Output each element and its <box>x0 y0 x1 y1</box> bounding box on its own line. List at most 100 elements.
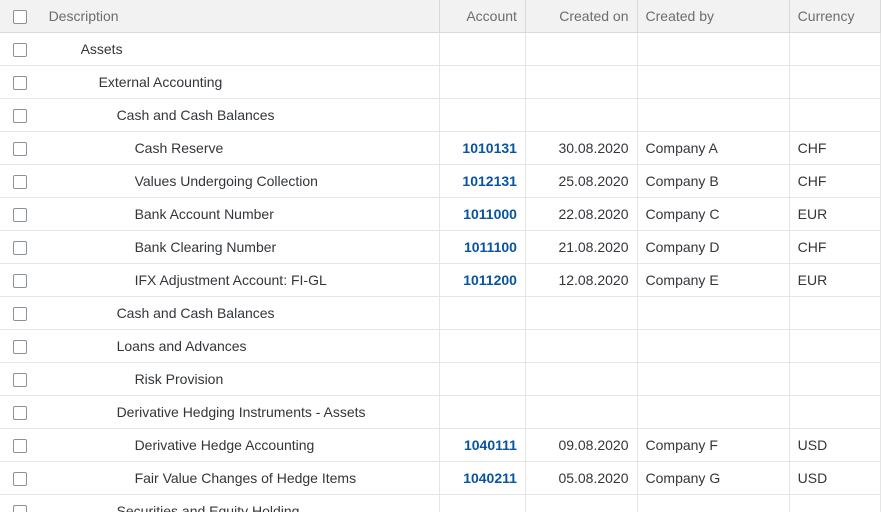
table-row: External Accounting <box>0 66 881 99</box>
row-checkbox[interactable] <box>13 109 27 123</box>
currency-cell: CHF <box>789 132 880 165</box>
row-checkbox[interactable] <box>13 373 27 387</box>
chevron-down-icon[interactable] <box>77 74 93 90</box>
currency-cell <box>789 330 880 363</box>
scroll-area[interactable]: Description Account Created on Created b… <box>0 0 881 512</box>
expand-placeholder <box>113 140 129 156</box>
header-row: Description Account Created on Created b… <box>0 0 881 33</box>
currency-cell: EUR <box>789 264 880 297</box>
row-description: Values Undergoing Collection <box>135 165 318 197</box>
row-description: External Accounting <box>99 66 223 98</box>
row-description: Risk Provision <box>135 363 224 395</box>
account-cell <box>439 396 525 429</box>
row-select-cell <box>0 231 41 264</box>
account-link[interactable]: 1011000 <box>463 206 517 222</box>
created-on-cell: 30.08.2020 <box>525 132 637 165</box>
account-cell <box>439 99 525 132</box>
description-cell: Risk Provision <box>41 363 440 396</box>
row-select-cell <box>0 330 41 363</box>
row-checkbox[interactable] <box>13 208 27 222</box>
account-cell: 1011200 <box>439 264 525 297</box>
created-by-cell <box>637 66 789 99</box>
row-select-cell <box>0 429 41 462</box>
row-description: Bank Account Number <box>135 198 274 230</box>
description-cell: Derivative Hedging Instruments - Assets <box>41 396 440 429</box>
row-checkbox[interactable] <box>13 175 27 189</box>
row-select-cell <box>0 132 41 165</box>
account-link[interactable]: 1040111 <box>464 437 517 453</box>
row-checkbox[interactable] <box>13 472 27 486</box>
created-on-cell <box>525 396 637 429</box>
chevron-right-icon[interactable] <box>95 338 111 354</box>
row-checkbox[interactable] <box>13 142 27 156</box>
created-by-cell <box>637 330 789 363</box>
table-row: Securities and Equity Holding <box>0 495 881 512</box>
col-header-currency[interactable]: Currency <box>789 0 880 33</box>
currency-cell <box>789 297 880 330</box>
row-checkbox[interactable] <box>13 439 27 453</box>
created-by-cell: Company G <box>637 462 789 495</box>
created-on-cell <box>525 66 637 99</box>
col-header-description[interactable]: Description <box>41 0 440 33</box>
account-cell <box>439 363 525 396</box>
row-description: Loans and Advances <box>117 330 247 362</box>
currency-cell: USD <box>789 462 880 495</box>
row-checkbox[interactable] <box>13 76 27 90</box>
expand-placeholder <box>113 470 129 486</box>
account-link[interactable]: 1012131 <box>462 173 517 189</box>
currency-cell <box>789 33 880 66</box>
col-header-created-by[interactable]: Created by <box>637 0 789 33</box>
created-by-cell: Company C <box>637 198 789 231</box>
account-cell <box>439 33 525 66</box>
chevron-down-icon[interactable] <box>95 404 111 420</box>
col-header-account[interactable]: Account <box>439 0 525 33</box>
expand-placeholder <box>113 239 129 255</box>
created-on-cell <box>525 297 637 330</box>
created-by-cell <box>637 33 789 66</box>
created-by-cell: Company A <box>637 132 789 165</box>
table-row: Loans and Advances <box>0 330 881 363</box>
table-row: Derivative Hedging Instruments - Assets <box>0 396 881 429</box>
table-row: Cash and Cash Balances <box>0 99 881 132</box>
account-link[interactable]: 1010131 <box>462 140 517 156</box>
table-row: Fair Value Changes of Hedge Items 1040211… <box>0 462 881 495</box>
created-on-cell: 22.08.2020 <box>525 198 637 231</box>
description-cell: Bank Account Number <box>41 198 440 231</box>
currency-cell: USD <box>789 429 880 462</box>
row-checkbox[interactable] <box>13 340 27 354</box>
description-cell: Fair Value Changes of Hedge Items <box>41 462 440 495</box>
row-checkbox[interactable] <box>13 241 27 255</box>
created-on-cell: 12.08.2020 <box>525 264 637 297</box>
select-all-checkbox[interactable] <box>13 10 27 24</box>
description-cell: Cash Reserve <box>41 132 440 165</box>
row-description: Fair Value Changes of Hedge Items <box>135 462 357 494</box>
row-select-cell <box>0 66 41 99</box>
account-cell: 1010131 <box>439 132 525 165</box>
row-checkbox[interactable] <box>13 274 27 288</box>
account-link[interactable]: 1040211 <box>463 470 517 486</box>
col-header-created-on[interactable]: Created on <box>525 0 637 33</box>
row-checkbox[interactable] <box>13 43 27 57</box>
description-cell: Assets <box>41 33 440 66</box>
chevron-right-icon[interactable] <box>95 503 111 512</box>
account-cell: 1011100 <box>439 231 525 264</box>
table-row: Risk Provision <box>0 363 881 396</box>
row-checkbox[interactable] <box>13 505 27 512</box>
chevron-right-icon[interactable] <box>95 305 111 321</box>
expand-placeholder <box>113 437 129 453</box>
row-checkbox[interactable] <box>13 307 27 321</box>
currency-cell: CHF <box>789 231 880 264</box>
chevron-down-icon[interactable] <box>59 41 75 57</box>
expand-placeholder <box>113 173 129 189</box>
account-link[interactable]: 1011100 <box>464 239 517 255</box>
row-checkbox[interactable] <box>13 406 27 420</box>
table: Description Account Created on Created b… <box>0 0 881 512</box>
expand-placeholder <box>113 371 129 387</box>
account-link[interactable]: 1011200 <box>463 272 517 288</box>
row-description: Cash and Cash Balances <box>117 297 275 329</box>
chevron-down-icon[interactable] <box>95 107 111 123</box>
row-select-cell <box>0 495 41 512</box>
currency-cell <box>789 363 880 396</box>
currency-cell <box>789 66 880 99</box>
created-by-cell: Company D <box>637 231 789 264</box>
